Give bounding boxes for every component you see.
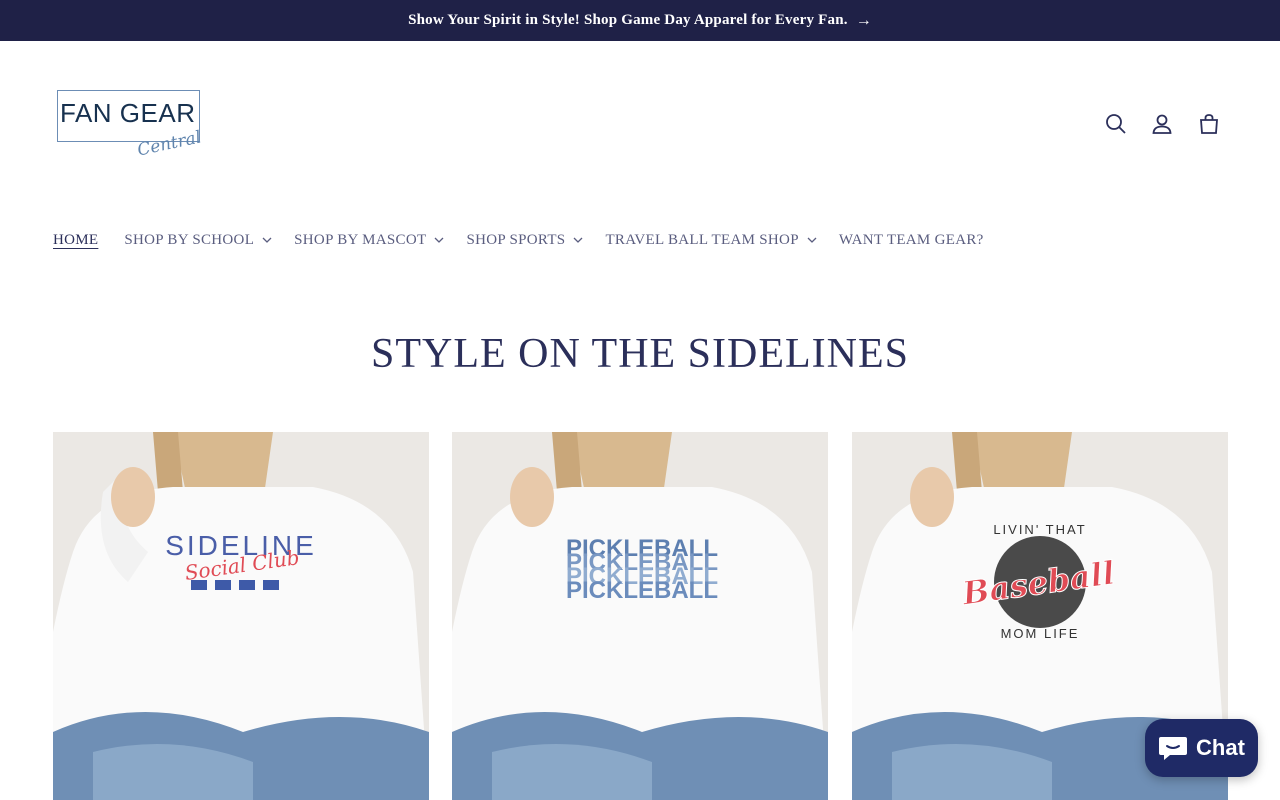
announcement-text[interactable]: Show Your Spirit in Style! Shop Game Day… xyxy=(408,12,848,29)
nav-item-label: SHOP BY MASCOT xyxy=(294,231,427,248)
product-image: PICKLEBALL PICKLEBALL PICKLEBALL PICKLEB… xyxy=(452,432,828,800)
chevron-down-icon xyxy=(573,235,583,245)
account-icon[interactable] xyxy=(1146,108,1178,140)
nav-item-shop-by-mascot[interactable]: SHOP BY MASCOT xyxy=(294,232,444,249)
design-text-line1: PICKLEBALL xyxy=(566,577,718,604)
nav-item-label: TRAVEL BALL TEAM SHOP xyxy=(605,231,799,248)
search-icon[interactable] xyxy=(1100,108,1132,140)
header-actions xyxy=(1100,108,1230,140)
nav-item-home[interactable]: HOME xyxy=(53,232,98,249)
design-text-line3: MOM LIFE xyxy=(1001,626,1080,641)
product-grid: SIDELINE Social Club PICKLEBALL PICKLEBA… xyxy=(53,432,1228,800)
main-nav: HOME SHOP BY SCHOOL SHOP BY MASCOT SHOP … xyxy=(53,228,984,252)
announcement-bar[interactable]: Show Your Spirit in Style! Shop Game Day… xyxy=(0,0,1280,41)
nav-item-want-team-gear[interactable]: WANT TEAM GEAR? xyxy=(839,232,984,249)
nav-item-shop-sports[interactable]: SHOP SPORTS xyxy=(466,232,583,249)
chat-button[interactable]: Chat xyxy=(1145,719,1258,777)
product-card[interactable]: SIDELINE Social Club xyxy=(53,432,429,800)
nav-item-label: HOME xyxy=(53,231,99,248)
design-text-line1: LIVIN' THAT xyxy=(993,522,1086,537)
arrow-right-icon: → xyxy=(855,11,872,29)
chevron-down-icon xyxy=(807,235,817,245)
chevron-down-icon xyxy=(434,235,444,245)
product-image: SIDELINE Social Club xyxy=(53,432,429,800)
product-card[interactable]: PICKLEBALL PICKLEBALL PICKLEBALL PICKLEB… xyxy=(452,432,828,800)
section-title: STYLE ON THE SIDELINES xyxy=(370,331,910,377)
site-logo[interactable]: FAN GEAR Central xyxy=(57,90,203,166)
logo-brand-text: FAN GEAR xyxy=(60,98,196,128)
chat-bubble-icon xyxy=(1159,737,1188,760)
nav-item-label: SHOP BY SCHOOL xyxy=(124,231,255,248)
chevron-down-icon xyxy=(262,235,272,245)
nav-item-label: WANT TEAM GEAR? xyxy=(838,231,984,248)
cart-icon[interactable] xyxy=(1193,108,1225,140)
chat-label: Chat xyxy=(1196,735,1245,760)
nav-item-shop-by-school[interactable]: SHOP BY SCHOOL xyxy=(124,232,272,249)
nav-item-travel-ball-team-shop[interactable]: TRAVEL BALL TEAM SHOP xyxy=(605,231,817,249)
nav-item-label: SHOP SPORTS xyxy=(466,231,566,248)
